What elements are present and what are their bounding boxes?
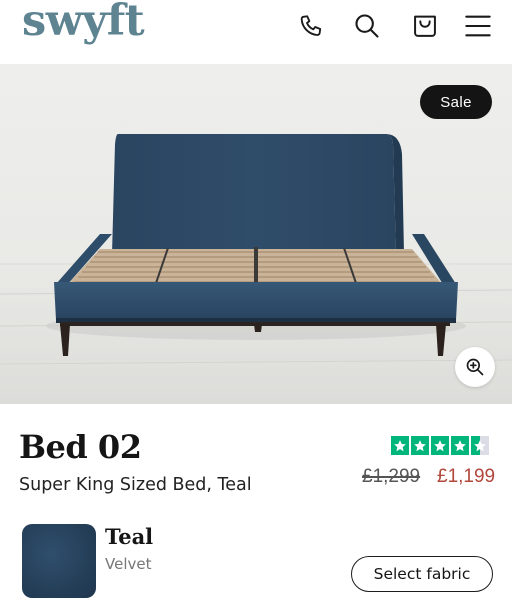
product-subtitle: Super King Sized Bed, Teal [19, 475, 252, 495]
zoom-in-icon [466, 358, 484, 376]
product-title: Bed 02 [19, 428, 142, 466]
fabric-name: Teal [105, 524, 154, 549]
site-header: swyft [0, 0, 512, 64]
fabric-type: Velvet [105, 555, 152, 573]
original-price: £1,299 [362, 466, 421, 487]
sale-badge: Sale [420, 85, 492, 119]
phone-icon[interactable] [293, 8, 329, 44]
zoom-button[interactable] [455, 347, 495, 387]
star-icon [411, 436, 429, 455]
basket-icon[interactable] [407, 8, 443, 44]
trustpilot-rating[interactable] [391, 436, 489, 455]
select-fabric-button[interactable]: Select fabric [351, 556, 493, 592]
star-icon [431, 436, 449, 455]
star-icon [451, 436, 469, 455]
search-icon[interactable] [349, 8, 385, 44]
menu-icon[interactable] [460, 8, 496, 44]
half-star-icon [471, 436, 489, 455]
star-icon [391, 436, 409, 455]
sale-price: £1,199 [437, 466, 496, 487]
swyft-logo[interactable]: swyft [22, 0, 145, 46]
fabric-swatch[interactable] [22, 524, 96, 598]
product-image[interactable]: Sale [0, 64, 512, 404]
